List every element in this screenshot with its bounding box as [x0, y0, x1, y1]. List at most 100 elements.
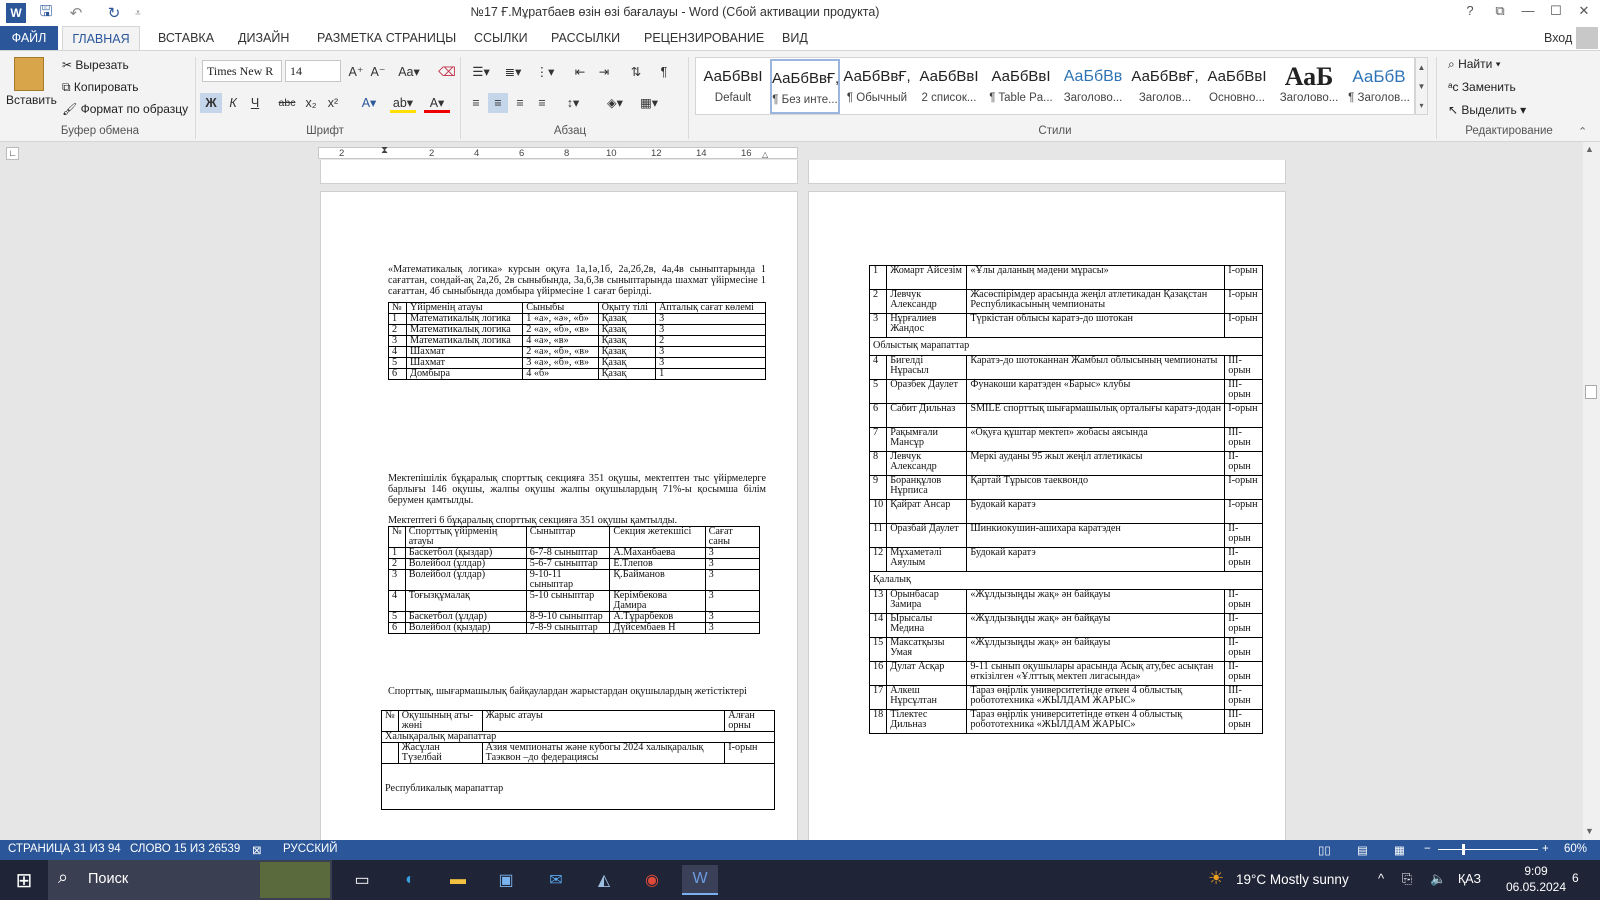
table-section-row[interactable]: Қалалық	[869, 571, 1263, 590]
table-row[interactable]: 4 Тоғызқұмалақ 5-10 сыныптар Керімбекова Да…	[388, 590, 761, 612]
achievements-table-intl[interactable]: № Оқушының аты-жөні Жарыс атауы Алған орны Х…	[381, 710, 775, 810]
table-cell[interactable]: Сабит Дильназ	[886, 403, 968, 428]
table-cell[interactable]: А.Тұрарбеков	[609, 611, 706, 623]
table-cell[interactable]: 9-10-11 сыныптар	[525, 569, 611, 591]
clubs-table[interactable]: № Үйірменің атауы Сыныбы Оқыту тілі Апталық …	[387, 302, 766, 380]
table-cell[interactable]: 1 «а», «ә», «б»	[522, 313, 599, 325]
tab-references[interactable]: ССЫЛКИ	[474, 26, 528, 50]
table-row[interactable]: 7 Рақымғали Мансұр «Оқуға құштар мектеп» ж…	[868, 427, 1263, 452]
tab-layout[interactable]: РАЗМЕТКА СТРАНИЦЫ	[317, 26, 456, 50]
table-row[interactable]: 8 Левчук Александр Меркі ауданы 95 жыл жең…	[868, 451, 1263, 476]
align-right-icon[interactable]: ≡	[510, 93, 530, 113]
table-row[interactable]: 1 Жомарт Айсезім «Ұлы даланың мәдени мұрас…	[868, 265, 1263, 290]
justify-icon[interactable]: ≡	[532, 93, 552, 113]
table-cell[interactable]: Математикалық логика	[406, 313, 524, 325]
table-cell[interactable]: 3 «а», «б», «в»	[522, 357, 599, 369]
table-cell[interactable]: 2	[388, 558, 406, 570]
table-cell[interactable]: 3	[655, 324, 766, 336]
tab-file[interactable]: ФАЙЛ	[0, 26, 58, 50]
table-cell[interactable]: І-орын	[1224, 289, 1263, 314]
notification-badge[interactable]: 6	[1572, 871, 1579, 885]
zoom-out-icon[interactable]: −	[1424, 843, 1431, 855]
horizontal-ruler[interactable]: 2 2 4 6 8 10 12 14 16 ⧗ △	[318, 145, 798, 159]
page-count[interactable]: СТРАНИЦА 31 ИЗ 94	[8, 843, 121, 855]
login-link[interactable]: Вход	[1544, 26, 1572, 50]
table-cell[interactable]: 7	[868, 427, 888, 452]
table-cell[interactable]: Дулат Асқар	[886, 661, 968, 686]
style-heading-3[interactable]: АаБбВ ¶ Заголов...	[1344, 59, 1414, 114]
table-cell[interactable]: Оқыту тілі	[597, 302, 657, 314]
zoom-in-icon[interactable]: +	[1542, 843, 1549, 855]
table-cell[interactable]: №	[387, 302, 408, 314]
superscript-button[interactable]: x²	[324, 93, 342, 113]
table-row[interactable]: 4 Бигелді Нұрасыл Каратэ-до шотоканнан Жам…	[868, 355, 1263, 380]
table-row[interactable]: 2 Математикалық логика 2 «а», «б», «в» Қаза…	[387, 324, 766, 336]
table-cell[interactable]: Шинкиокушин-ашихара каратэден	[966, 523, 1226, 548]
table-row[interactable]: 6 Сабит Дильназ SMILE спорттық шығармашылы…	[868, 403, 1263, 428]
table-cell[interactable]: І-орын	[1224, 265, 1263, 290]
bullets-icon[interactable]: ☰▾	[468, 62, 494, 82]
table-cell[interactable]: 3	[655, 346, 766, 358]
table-cell[interactable]: Қалалық	[869, 571, 1263, 590]
table-cell[interactable]: І-орын	[1224, 313, 1263, 338]
underline-button[interactable]: Ч	[246, 93, 264, 113]
table-cell[interactable]: 3	[704, 547, 761, 559]
table-row[interactable]: 1 Баскетбол (қыздар) 6-7-8 сыныптар А.Махан…	[388, 547, 761, 559]
table-cell[interactable]: 1	[868, 265, 888, 290]
table-cell[interactable]: 3	[655, 313, 766, 325]
table-cell[interactable]: 4	[387, 346, 408, 358]
style-table-paragraph[interactable]: АаБбВвІ ¶ Table Pa...	[986, 59, 1056, 114]
maximize-button[interactable]: ☐	[1544, 3, 1568, 23]
style-title[interactable]: АаБ Заголово...	[1274, 59, 1344, 114]
table-cell[interactable]: 3	[704, 590, 761, 612]
table-row[interactable]: 4 Шахмат 2 «а», «б», «в» Қазақ 3	[387, 346, 766, 358]
clock-time[interactable]: 9:09	[1506, 864, 1566, 878]
table-cell[interactable]: 2 «а», «б», «в»	[522, 324, 599, 336]
strikethrough-button[interactable]: abc	[276, 93, 298, 113]
undo-icon[interactable]: ↶	[66, 3, 86, 23]
table-row[interactable]: 11 Оразбай Даулет Шинкиокушин-ашихара кара…	[868, 523, 1263, 548]
select-button[interactable]: ↖ Выделить ▾	[1448, 103, 1526, 117]
table-cell[interactable]: 3	[387, 335, 408, 347]
table-cell[interactable]: Қ.Байманов	[609, 569, 706, 591]
table-cell[interactable]: 11	[868, 523, 888, 548]
table-cell[interactable]: Қазақ	[597, 357, 657, 369]
table-cell[interactable]: «Жұлдызыңды жақ» ән байқауы	[966, 637, 1226, 662]
table-row[interactable]: 10 Қайрат Ансар Будокай каратэ І-орын	[868, 499, 1263, 524]
table-cell[interactable]: 3	[704, 558, 761, 570]
table-row[interactable]: 6 Волейбол (қыздар) 7-8-9 сыныптар Дүйсемба…	[388, 622, 761, 634]
table-cell[interactable]: Апталық сағат көлемі	[655, 302, 766, 314]
table-cell[interactable]: «Оқуға құштар мектеп» жобасы аясында	[966, 427, 1226, 452]
task-view-icon[interactable]: ▭	[344, 865, 380, 895]
table-cell[interactable]: Облыстық марапаттар	[869, 337, 1263, 356]
table-row[interactable]: 16 Дулат Асқар 9-11 сынып оқушылары арасын…	[868, 661, 1263, 686]
sort-icon[interactable]: ⇅	[626, 62, 646, 82]
table-cell[interactable]: Алған орны	[724, 710, 775, 732]
tab-review[interactable]: РЕЦЕНЗИРОВАНИЕ	[644, 26, 764, 50]
font-size-box[interactable]: 14	[285, 60, 341, 82]
table-row[interactable]: 12 Мұхаметәлі Аяулым Будокай каратэ ІІ-орын	[868, 547, 1263, 572]
style-heading-2[interactable]: АаБбВвҒ, Заголов...	[1130, 59, 1200, 114]
subscript-button[interactable]: x₂	[302, 93, 320, 113]
table-cell[interactable]: Алкеш Нұрсұлтан	[886, 685, 968, 710]
table-cell[interactable]: Сағат саны	[704, 526, 761, 548]
table-cell[interactable]: Домбыра	[406, 368, 524, 380]
table-cell[interactable]: Сыныптар	[525, 526, 611, 548]
table-cell[interactable]: Халықаралық марапаттар	[381, 731, 775, 743]
increase-indent-icon[interactable]: ⇥	[594, 62, 614, 82]
bold-button[interactable]: Ж	[200, 93, 222, 113]
style-list-2[interactable]: АаБбВвІ 2 список...	[914, 59, 984, 114]
table-cell[interactable]: Волейбол (қыздар)	[404, 622, 527, 634]
web-layout-icon[interactable]: ▦	[1394, 843, 1405, 857]
table-cell[interactable]: 1	[388, 547, 406, 559]
style-normal[interactable]: АаБбВвҒ, ¶ Обычный	[842, 59, 912, 114]
vertical-scrollbar[interactable]: ▲ ▼	[1583, 142, 1600, 840]
table-cell[interactable]: Нұрғалиев Жандос	[886, 313, 968, 338]
collapse-ribbon-icon[interactable]: ⌃	[1578, 125, 1587, 138]
table-header-row[interactable]: № Үйірменің атауы Сыныбы Оқыту тілі Апталық …	[387, 302, 766, 314]
table-cell[interactable]: Баскетбол (ұлдар)	[404, 611, 527, 623]
grow-font-icon[interactable]: A⁺	[348, 62, 364, 82]
keyboard-language[interactable]: ҚАЗ	[1458, 872, 1481, 886]
style-no-spacing[interactable]: АаБбВвҒ, ¶ Без инте...	[770, 59, 840, 114]
table-row[interactable]: 18 Тілектес Дильназ Тараз өңірлік универси…	[868, 709, 1263, 734]
